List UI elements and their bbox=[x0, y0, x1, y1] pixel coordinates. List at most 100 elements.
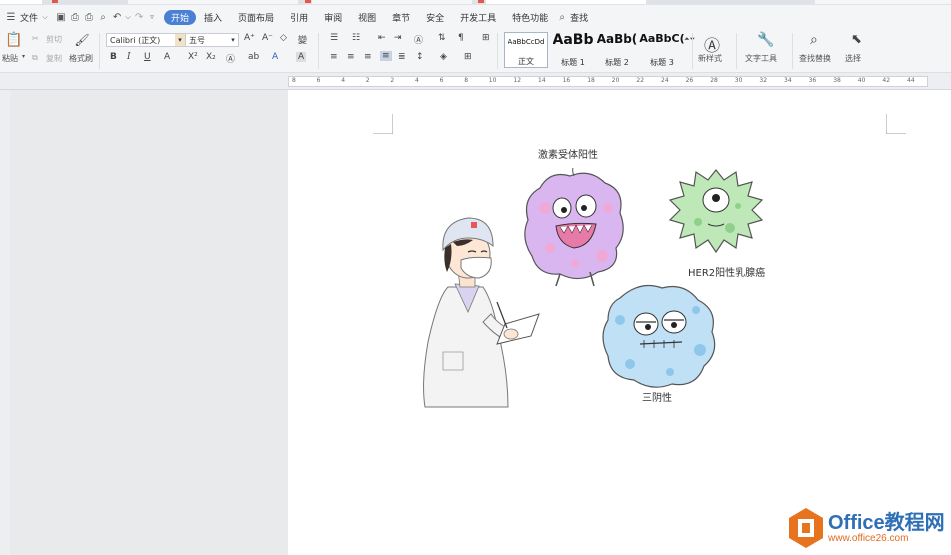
search-icon[interactable]: ⌕ bbox=[556, 7, 568, 27]
document-page[interactable]: 激素受体阳性 HER2阳性乳腺癌 三阴性 bbox=[288, 90, 951, 555]
copy-button[interactable]: 复制 bbox=[46, 53, 62, 64]
tab-doc-active[interactable] bbox=[486, 0, 646, 4]
file-menu[interactable]: 文件 bbox=[18, 7, 40, 27]
purple-germ-illustration[interactable] bbox=[520, 168, 628, 288]
justify-icon[interactable]: ≡ bbox=[380, 51, 392, 61]
border-grid-icon[interactable]: ⊞ bbox=[464, 52, 472, 62]
cursor-arrow-icon[interactable]: ⬉ bbox=[851, 32, 862, 47]
styles-expand-icon[interactable]: ⏶⏷ bbox=[684, 35, 695, 44]
text-outline-icon[interactable]: Ⓐ bbox=[226, 52, 235, 65]
undo-icon[interactable]: ↶ bbox=[110, 7, 124, 27]
tab-chapter[interactable]: 章节 bbox=[384, 7, 418, 27]
highlight-icon[interactable]: ab bbox=[248, 52, 259, 62]
customize-toolbar-icon[interactable]: ▿ bbox=[146, 7, 158, 27]
tab-account[interactable] bbox=[815, 0, 951, 4]
char-shading-icon[interactable]: A bbox=[296, 52, 307, 62]
vertical-ruler[interactable] bbox=[0, 90, 10, 555]
style-heading-1[interactable]: AaBb 标题 1 bbox=[551, 32, 595, 68]
subscript-icon[interactable]: X₂ bbox=[206, 52, 216, 62]
line-spacing-icon[interactable]: ↕ bbox=[416, 52, 424, 62]
chevron-down-icon[interactable]: ⌵ bbox=[40, 7, 50, 27]
print-preview-icon[interactable]: ⌕ bbox=[96, 7, 110, 27]
print-icon[interactable]: ⎙ bbox=[82, 7, 96, 27]
tab-security[interactable]: 安全 bbox=[418, 7, 452, 27]
show-marks-icon[interactable]: ¶ bbox=[458, 33, 464, 43]
align-left-icon[interactable]: ≡ bbox=[330, 52, 338, 62]
align-center-icon[interactable]: ≡ bbox=[347, 52, 355, 62]
increase-indent-icon[interactable]: ⇥ bbox=[394, 33, 402, 43]
text-effect-icon[interactable]: A bbox=[164, 52, 170, 62]
save-icon[interactable]: ▣ bbox=[54, 7, 68, 27]
tab-references[interactable]: 引用 bbox=[282, 7, 316, 27]
cut-button[interactable]: 剪切 bbox=[46, 34, 62, 45]
superscript-icon[interactable]: X² bbox=[188, 52, 198, 62]
tab-indicator bbox=[305, 0, 311, 3]
ruler-tick-label: 14 bbox=[538, 77, 546, 84]
tab-doc-2[interactable] bbox=[312, 0, 472, 4]
redo-icon[interactable]: ↷ bbox=[132, 7, 146, 27]
ruler-tick-label: 32 bbox=[759, 77, 768, 84]
tab-special[interactable]: 特色功能 bbox=[504, 7, 556, 27]
find-icon[interactable]: ⌕ bbox=[810, 32, 818, 48]
text-direction-icon[interactable]: Ⓐ bbox=[414, 33, 423, 46]
borders-icon[interactable]: ⊞ bbox=[482, 33, 490, 43]
style-sample: AaBbC( bbox=[639, 32, 685, 45]
export-pdf-icon[interactable]: ⎙ bbox=[68, 7, 82, 27]
select-button[interactable]: 选择 bbox=[845, 53, 861, 64]
bullet-list-icon[interactable]: ☰ bbox=[330, 33, 338, 43]
green-germ-illustration[interactable] bbox=[668, 166, 764, 258]
sort-icon[interactable]: ⇅ bbox=[438, 33, 446, 43]
shading-icon[interactable]: ◈ bbox=[440, 52, 447, 62]
chevron-down-icon[interactable]: ▾ bbox=[175, 34, 185, 46]
paste-button[interactable]: 粘贴 bbox=[2, 53, 18, 64]
find-replace-button[interactable]: 查找替换 bbox=[799, 53, 831, 64]
format-painter-button[interactable]: 格式刷 bbox=[69, 53, 93, 64]
grow-font-icon[interactable]: A⁺ bbox=[244, 33, 255, 43]
hamburger-icon[interactable]: ☰ bbox=[4, 7, 18, 27]
font-name-value: Calibri (正文) bbox=[110, 35, 161, 45]
tab-home[interactable] bbox=[0, 0, 42, 4]
font-size-select[interactable]: 五号 ▾ bbox=[185, 33, 239, 47]
style-heading-3[interactable]: AaBbC( 标题 3 bbox=[639, 32, 685, 68]
undo-dropdown-icon[interactable]: ⌵ bbox=[124, 7, 132, 27]
horizontal-ruler[interactable]: 8 6 4 2 2 4 6 8 10 12 14 16 18 20 22 24 26 28 30 32 34 36 38 40… bbox=[0, 73, 951, 90]
shrink-font-icon[interactable]: A⁻ bbox=[262, 33, 273, 43]
align-right-icon[interactable]: ≡ bbox=[364, 52, 372, 62]
label-hormone-receptor-positive[interactable]: 激素受体阳性 bbox=[538, 146, 598, 161]
clear-format-icon[interactable]: ◇ bbox=[280, 33, 287, 43]
tab-view[interactable]: 视图 bbox=[350, 7, 384, 27]
label-triple-negative[interactable]: 三阴性 bbox=[642, 389, 672, 404]
tab-doc-1[interactable] bbox=[128, 0, 298, 4]
font-name-select[interactable]: Calibri (正文) ▾ bbox=[106, 33, 186, 47]
text-tools-button[interactable]: 文字工具 bbox=[745, 53, 777, 64]
chevron-down-icon[interactable]: ▾ bbox=[22, 53, 25, 60]
phonetic-icon[interactable]: 變 bbox=[298, 33, 307, 46]
tab-review[interactable]: 审阅 bbox=[316, 7, 350, 27]
underline-icon[interactable]: U bbox=[144, 52, 151, 62]
tab-page-layout[interactable]: 页面布局 bbox=[230, 7, 282, 27]
label-her2-positive[interactable]: HER2阳性乳腺癌 bbox=[688, 264, 765, 279]
new-style-button[interactable]: 新样式 bbox=[698, 53, 722, 64]
style-normal[interactable]: AaBbCcDd 正文 bbox=[504, 32, 548, 68]
bold-icon[interactable]: B bbox=[110, 52, 117, 62]
distribute-icon[interactable]: ≣ bbox=[398, 52, 406, 62]
chevron-down-icon[interactable]: ▾ bbox=[228, 34, 238, 46]
blue-germ-illustration[interactable] bbox=[600, 280, 720, 392]
decrease-indent-icon[interactable]: ⇤ bbox=[378, 33, 386, 43]
paste-icon[interactable]: 📋 bbox=[5, 31, 23, 49]
ruler-tick-label: 38 bbox=[833, 77, 841, 84]
format-painter-icon[interactable]: 🖌 bbox=[74, 32, 90, 48]
scissors-icon: ✂ bbox=[32, 34, 39, 43]
numbered-list-icon[interactable]: ☷ bbox=[352, 33, 360, 43]
wrench-icon[interactable]: 🔧 bbox=[757, 32, 774, 48]
tab-start[interactable]: 开始 bbox=[164, 9, 197, 25]
tab-developer[interactable]: 开发工具 bbox=[452, 7, 504, 27]
divider bbox=[99, 33, 100, 69]
italic-icon[interactable]: I bbox=[127, 52, 131, 62]
site-watermark: Office教程网 www.office26.com bbox=[788, 505, 948, 551]
tab-insert[interactable]: 插入 bbox=[196, 7, 230, 27]
ribbon-toolbar: 📋 粘贴 ▾ ✂ 剪切 ⧉ 复制 🖌 格式刷 Calibri (正文) ▾ 五号… bbox=[0, 29, 951, 73]
search-command[interactable]: 查找 bbox=[568, 7, 590, 27]
font-color-icon[interactable]: A bbox=[272, 52, 278, 62]
style-heading-2[interactable]: AaBb( 标题 2 bbox=[596, 32, 638, 68]
